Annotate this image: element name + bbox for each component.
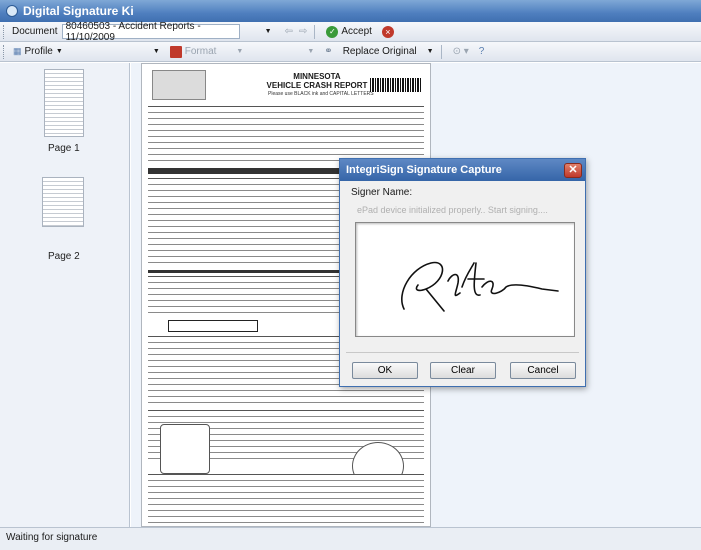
profile-label: Profile xyxy=(24,46,53,57)
form-section-a xyxy=(148,106,424,164)
format-dropdown-toggle[interactable]: ▼ xyxy=(150,44,163,60)
ok-button[interactable]: OK xyxy=(352,362,418,379)
close-icon: × xyxy=(381,25,394,38)
back-arrow-icon[interactable]: ⇦ xyxy=(282,24,296,40)
link-icon[interactable]: ⚭ xyxy=(321,44,335,60)
page-thumbnail-label: Page 1 xyxy=(48,143,80,154)
signature-capture-dialog: IntegriSign Signature Capture ✕ Signer N… xyxy=(339,158,586,387)
window-title: Digital Signature Ki xyxy=(23,4,134,18)
format-toolbar: ▦ Profile ▼ ▼ Format ▼ ▼ ⚭ Replace Origi… xyxy=(0,42,701,62)
document-select[interactable]: 80460503 - Accident Reports - 11/10/2009 xyxy=(61,21,240,43)
signature-pad[interactable] xyxy=(355,222,575,337)
cancel-button[interactable]: Cancel xyxy=(510,362,576,379)
options-button[interactable]: ⊙ ▾ xyxy=(450,44,472,60)
window-titlebar: Digital Signature Ki xyxy=(0,0,701,22)
chevron-down-icon: ▼ xyxy=(55,48,63,55)
format-select-dropdown[interactable]: ▼ xyxy=(233,44,246,60)
dialog-titlebar: IntegriSign Signature Capture ✕ xyxy=(340,159,585,181)
document-label: Document xyxy=(12,26,58,37)
page-thumbnail-panel: Page 1 Page 2 xyxy=(0,63,130,527)
chevron-down-icon: ▼ xyxy=(264,28,272,35)
page-thumbnail-1[interactable] xyxy=(44,69,84,137)
document-toolbar: Document 80460503 - Accident Reports - 1… xyxy=(0,21,701,43)
document-select-dropdown[interactable]: ▼ xyxy=(262,24,278,39)
check-icon: ✓ xyxy=(326,25,339,38)
form-section-f xyxy=(148,474,424,524)
accept-button[interactable]: ✓ Accept xyxy=(323,24,375,40)
replace-original-label: Replace Original xyxy=(342,46,417,57)
profile-select[interactable] xyxy=(70,44,150,59)
dialog-title: IntegriSign Signature Capture xyxy=(346,164,502,176)
form-banner xyxy=(168,320,258,332)
format-label: Format xyxy=(184,46,217,57)
accept-button-label: Accept xyxy=(341,26,372,37)
status-bar: Waiting for signature xyxy=(0,527,701,550)
form-title-line1: MINNESOTA xyxy=(293,72,341,81)
device-status-message: ePad device initialized properly.. Start… xyxy=(357,205,548,215)
signature-stroke xyxy=(401,261,559,312)
replace-dropdown[interactable]: ▼ xyxy=(424,44,437,60)
chevron-down-icon: ▼ xyxy=(152,48,160,55)
barcode xyxy=(370,78,422,92)
form-title-line2: VEHICLE CRASH REPORT xyxy=(266,81,368,90)
toolbar-separator xyxy=(440,44,442,59)
toolbar-grip[interactable] xyxy=(3,44,6,59)
form-stamp-box xyxy=(152,70,206,100)
profile-button[interactable]: ▦ Profile ▼ xyxy=(10,44,66,60)
form-subtitle: Please use BLACK ink and CAPITAL LETTERS xyxy=(268,91,374,97)
page-thumbnail-2[interactable] xyxy=(42,177,84,227)
form-diagram xyxy=(160,424,210,474)
forward-arrow-icon[interactable]: ⇨ xyxy=(296,24,310,40)
format-select-arrow[interactable]: ▼ xyxy=(304,44,317,60)
status-text: Waiting for signature xyxy=(6,532,98,543)
dialog-close-icon[interactable]: ✕ xyxy=(564,162,582,178)
replace-original-button[interactable]: Replace Original xyxy=(340,44,420,60)
dialog-separator xyxy=(346,352,579,353)
app-icon xyxy=(6,5,18,17)
document-select-value: 80460503 - Accident Reports - 11/10/2009 xyxy=(65,20,201,43)
signer-name-label: Signer Name: xyxy=(351,187,413,198)
toolbar-separator xyxy=(314,24,316,39)
format-icon xyxy=(169,45,182,58)
clear-button[interactable]: Clear xyxy=(430,362,496,379)
profile-icon: ▦ xyxy=(13,46,22,56)
page-thumbnail-label: Page 2 xyxy=(48,251,80,262)
toolbar-grip[interactable] xyxy=(3,24,6,39)
format-button[interactable]: Format xyxy=(167,44,220,60)
help-icon[interactable]: ? xyxy=(476,44,488,60)
reject-button[interactable]: × xyxy=(379,24,400,40)
